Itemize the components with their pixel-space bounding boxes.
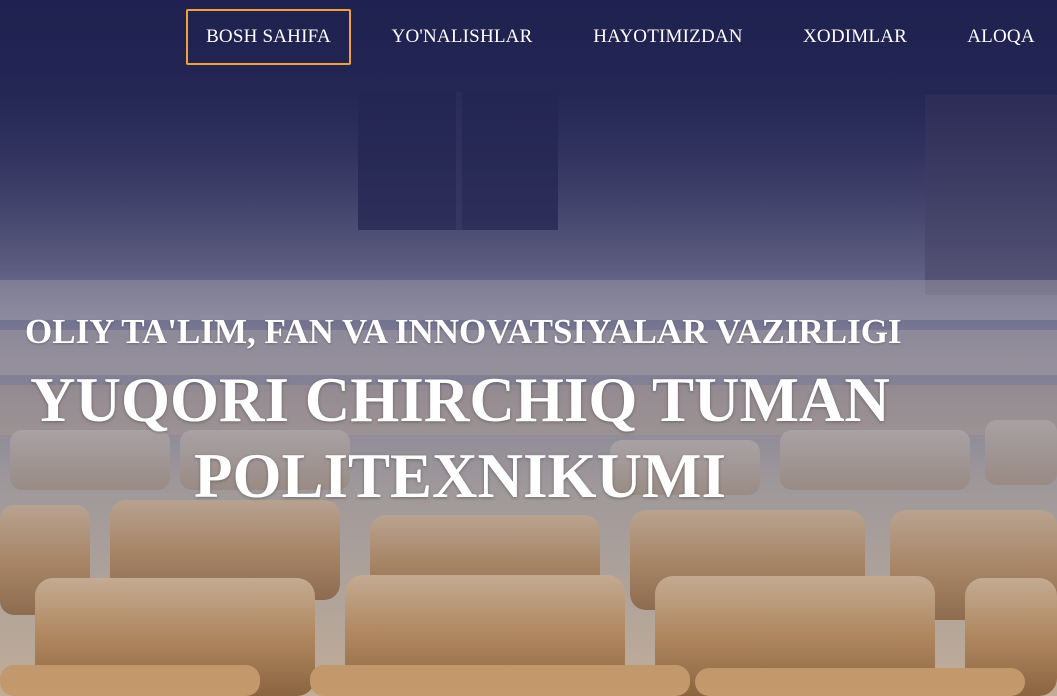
school-title-line2: POLITEXNIKUMI [193, 441, 727, 511]
school-title: YUQORI CHIRCHIQ TUMAN POLITEXNIKUMI [20, 362, 900, 514]
ministry-heading: OLIY TA'LIM, FAN VA INNOVATSIYALAR VAZIR… [25, 312, 902, 351]
school-title-line1: YUQORI CHIRCHIQ TUMAN [30, 365, 890, 435]
hero-titles: OLIY TA'LIM, FAN VA INNOVATSIYALAR VAZIR… [0, 0, 1057, 696]
